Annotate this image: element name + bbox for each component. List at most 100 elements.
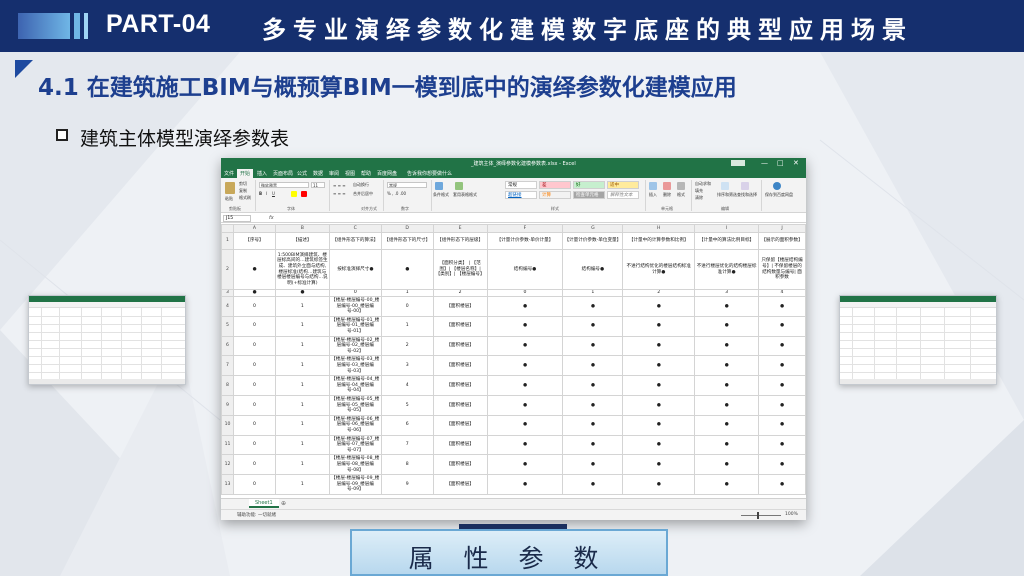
table-cell[interactable]: ● (380, 249, 434, 290)
find-select-button[interactable]: 查找和选择 (737, 192, 757, 198)
table-cell[interactable]: 2 (380, 335, 434, 357)
tell-me-search[interactable]: 告诉我你想要做什么 (407, 170, 452, 177)
table-cell[interactable]: 【面积楼层】 (432, 434, 488, 456)
left-thumbnail[interactable] (28, 295, 186, 385)
table-cell[interactable]: ● (486, 474, 564, 495)
autosum-button[interactable]: 自动求和 (695, 181, 711, 187)
table-cell[interactable]: ● (622, 474, 696, 495)
table-cell[interactable]: 1 (380, 315, 434, 337)
sheet-tab[interactable]: Sheet1 (249, 499, 279, 508)
minimize-icon[interactable]: — (761, 159, 768, 168)
table-cell[interactable]: 8 (380, 454, 434, 476)
table-cell[interactable]: ● (694, 474, 760, 495)
table-cell[interactable]: 1 (274, 296, 330, 317)
table-cell[interactable]: ● (758, 414, 806, 436)
table-cell[interactable]: ● (562, 434, 624, 456)
row-header[interactable]: 5 (221, 315, 234, 337)
table-cell[interactable]: 1 (274, 474, 330, 495)
insert-cells-icon[interactable] (649, 182, 657, 190)
table-cell[interactable]: ● (694, 296, 760, 317)
style-normal[interactable]: 常规 (505, 181, 537, 189)
style-explanatory[interactable]: 解释性文本 (607, 191, 639, 199)
table-cell[interactable]: ● (562, 355, 624, 377)
style-bad[interactable]: 差 (539, 181, 571, 189)
font-color-icon[interactable] (301, 191, 307, 197)
table-cell[interactable]: 【面积楼层】 (432, 414, 488, 436)
table-cell[interactable]: 【楼层-楼层编号-01_楼层编号-01_楼层编号-01】 (328, 315, 382, 337)
name-box[interactable]: J15 (223, 215, 251, 222)
table-cell[interactable]: ● (562, 394, 624, 416)
table-cell[interactable]: ● (274, 289, 330, 297)
table-cell[interactable]: 0 (232, 315, 276, 337)
table-cell[interactable]: 2 (622, 289, 696, 297)
table-cell[interactable]: ● (232, 249, 276, 290)
table-cell[interactable]: 按标准演绎尺寸● (328, 249, 382, 290)
table-cell[interactable]: ● (622, 434, 696, 456)
table-cell[interactable]: 【楼层-楼层编号-06_楼层编号-06_楼层编号-06】 (328, 414, 382, 436)
table-cell[interactable]: ● (622, 414, 696, 436)
conditional-format-button[interactable]: 条件格式 (433, 192, 449, 198)
table-cell[interactable]: ● (562, 414, 624, 436)
table-cell[interactable]: 1 (274, 355, 330, 377)
table-cell[interactable]: ● (694, 375, 760, 396)
table-cell[interactable]: 【计量中的计算参数和比例】 (622, 232, 696, 250)
table-cell[interactable]: 1 (380, 289, 434, 297)
row-header[interactable]: 2 (221, 249, 234, 290)
table-cell[interactable]: ● (758, 474, 806, 495)
table-cell[interactable]: 【楼层-楼层编号-03_楼层编号-03_楼层编号-03】 (328, 355, 382, 377)
table-cell[interactable]: 1 (274, 315, 330, 337)
align-icons-2[interactable]: ≡ ≡ ≡ (333, 191, 346, 196)
table-cell[interactable]: 0 (328, 289, 382, 297)
table-cell[interactable]: 【楼层-楼层编号-00_楼层编号-00_楼层编号-00】 (328, 296, 382, 317)
table-cell[interactable]: ● (694, 394, 760, 416)
select-all-corner[interactable] (221, 224, 234, 233)
tab-formulas[interactable]: 公式 (297, 170, 307, 177)
table-cell[interactable]: 【计量中的算法比例目标】 (694, 232, 760, 250)
table-cell[interactable]: 0 (232, 474, 276, 495)
table-cell[interactable]: 【面积楼层】 (432, 375, 488, 396)
table-cell[interactable]: 1 (274, 434, 330, 456)
table-cell[interactable]: ● (694, 454, 760, 476)
italic-icon[interactable]: I (266, 191, 267, 196)
table-cell[interactable]: 只保留【楼层结构编号】| 不保留楼层的结构数量与编号| 面积参数 (758, 249, 806, 290)
table-cell[interactable]: 结构编号● (486, 249, 564, 290)
wrap-text-button[interactable]: 自动换行 (353, 182, 369, 188)
table-cell[interactable]: ● (622, 375, 696, 396)
column-header[interactable]: G (562, 224, 624, 233)
table-cell[interactable]: ● (562, 454, 624, 476)
delete-cells-icon[interactable] (663, 182, 671, 190)
table-cell[interactable]: ● (486, 454, 564, 476)
column-header[interactable]: B (274, 224, 330, 233)
table-cell[interactable]: ● (758, 454, 806, 476)
style-neutral[interactable]: 适中 (607, 181, 639, 189)
column-header[interactable]: F (486, 224, 564, 233)
table-cell[interactable]: ● (562, 375, 624, 396)
font-size-select[interactable]: 11 (311, 182, 325, 188)
table-cell[interactable]: 1 (274, 454, 330, 476)
maximize-icon[interactable]: □ (777, 159, 784, 168)
number-format-select[interactable]: 常规 (387, 182, 427, 188)
table-cell[interactable]: 【面积楼层】 (432, 296, 488, 317)
column-header[interactable]: H (622, 224, 696, 233)
baidu-netdisk-icon[interactable] (773, 182, 781, 190)
close-icon[interactable]: ✕ (793, 159, 799, 168)
table-cell[interactable]: 3 (694, 289, 760, 297)
table-cell[interactable]: ● (486, 394, 564, 416)
find-select-icon[interactable] (741, 182, 749, 190)
table-cell[interactable]: 【面积楼层】 (432, 335, 488, 357)
fx-icon[interactable]: fx (269, 215, 274, 221)
table-cell[interactable]: 【楼层-楼层编号-07_楼层编号-07_楼层编号-07】 (328, 434, 382, 456)
column-header[interactable]: C (328, 224, 382, 233)
table-cell[interactable]: ● (694, 434, 760, 456)
table-cell[interactable]: ● (694, 315, 760, 337)
table-cell[interactable]: 【序号】 (232, 232, 276, 250)
table-cell[interactable]: ● (622, 296, 696, 317)
table-cell[interactable]: ● (486, 315, 564, 337)
bold-icon[interactable]: B (259, 191, 262, 196)
account-button[interactable] (731, 160, 745, 166)
fill-color-icon[interactable] (291, 191, 297, 197)
style-good[interactable]: 好 (573, 181, 605, 189)
table-cell[interactable]: 0 (232, 394, 276, 416)
number-format-icons[interactable]: % , .0 .00 (387, 191, 406, 196)
table-cell[interactable]: 6 (380, 414, 434, 436)
